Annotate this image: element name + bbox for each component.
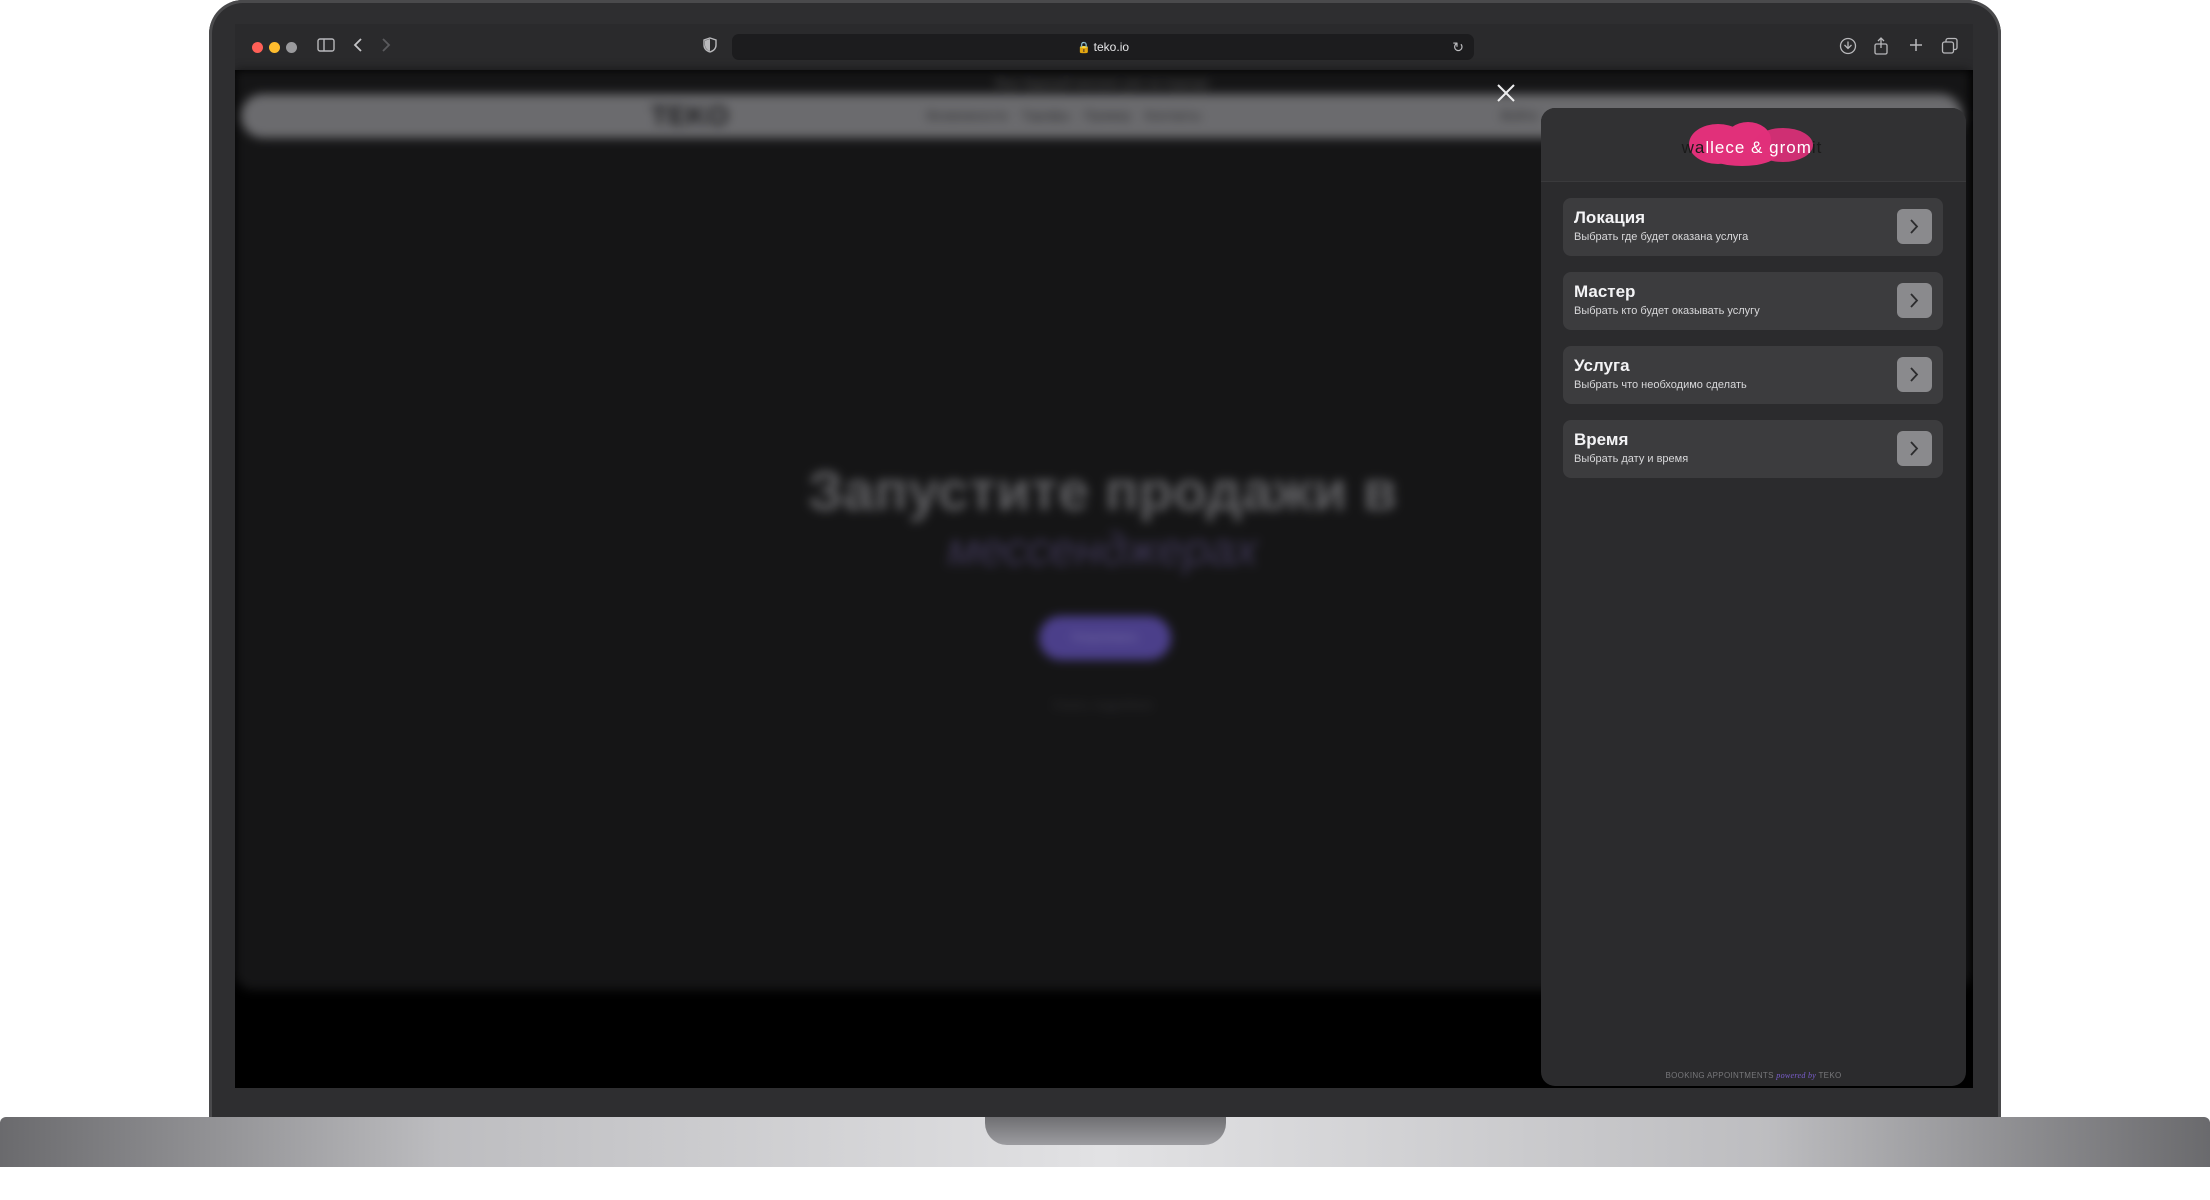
- option-title: Локация: [1574, 208, 1646, 227]
- footer-label: BOOKING APPOINTMENTS: [1665, 1071, 1774, 1080]
- hero-cta-button: Попробовать: [1039, 616, 1171, 660]
- close-icon: [1497, 84, 1515, 102]
- chevron-right-icon[interactable]: [1897, 283, 1932, 318]
- close-widget-button[interactable]: [1492, 80, 1520, 108]
- site-banner: Ваш будущий магазин уже на подходе: [995, 76, 1210, 90]
- logo-text-right: it: [1811, 138, 1823, 157]
- downloads-icon[interactable]: [1839, 37, 1857, 59]
- logo-text-mid: llece & grom: [1705, 138, 1812, 157]
- laptop-screen: 🔒 teko.io ↻ Ваш будущий магазин уже на по…: [235, 24, 1973, 1088]
- privacy-shield-icon[interactable]: [703, 37, 717, 57]
- option-subtitle: Выбрать что необходимо сделать: [1574, 379, 1747, 391]
- browser-toolbar: 🔒 teko.io ↻: [235, 24, 1973, 70]
- booking-option-location[interactable]: Локация Выбрать где будет оказана услуга: [1563, 198, 1943, 256]
- booking-header: wallece & gromit: [1541, 108, 1966, 182]
- booking-footer: BOOKING APPOINTMENTS powered by TEKO: [1541, 1071, 1966, 1080]
- chevron-right-icon[interactable]: [1897, 431, 1932, 466]
- booking-option-service[interactable]: Услуга Выбрать что необходимо сделать: [1563, 346, 1943, 404]
- share-icon[interactable]: [1873, 37, 1889, 59]
- url-text: teko.io: [1093, 40, 1130, 54]
- close-window-dot[interactable]: [252, 42, 263, 53]
- option-subtitle: Выбрать дату и время: [1574, 453, 1689, 465]
- chevron-right-icon[interactable]: [1897, 357, 1932, 392]
- site-nav-links: Возможности Тарифы Пример Контакты: [927, 108, 1201, 123]
- reload-icon[interactable]: ↻: [1452, 34, 1464, 60]
- option-subtitle: Выбрать кто будет оказывать услугу: [1574, 305, 1760, 317]
- back-icon[interactable]: [353, 37, 363, 57]
- footer-powered: powered by: [1776, 1071, 1817, 1080]
- footer-brand: TEKO: [1818, 1071, 1842, 1080]
- tab-overview-icon[interactable]: [1941, 37, 1959, 59]
- address-bar[interactable]: 🔒 teko.io ↻: [732, 34, 1474, 60]
- booking-option-master[interactable]: Мастер Выбрать кто будет оказывать услуг…: [1563, 272, 1943, 330]
- sidebar-toggle-icon[interactable]: [317, 37, 335, 57]
- page-viewport: Ваш будущий магазин уже на подходе TEKO …: [235, 70, 1973, 1088]
- fullscreen-window-dot[interactable]: [286, 42, 297, 53]
- new-tab-icon[interactable]: [1908, 37, 1924, 57]
- forward-icon[interactable]: [381, 37, 391, 57]
- booking-panel: wallece & gromit Локация Выбрать где буд…: [1541, 108, 1966, 1086]
- brand-logo: wallece & gromit: [1657, 122, 1847, 168]
- logo-text-left: wa: [1681, 138, 1706, 157]
- laptop-notch: [985, 1117, 1226, 1145]
- option-subtitle: Выбрать где будет оказана услуга: [1574, 231, 1749, 243]
- option-title: Время: [1574, 430, 1629, 449]
- site-logo: TEKO: [651, 100, 729, 131]
- site-nav-login: Войти: [1501, 108, 1538, 123]
- chevron-right-icon[interactable]: [1897, 209, 1932, 244]
- option-title: Услуга: [1574, 356, 1630, 375]
- booking-option-time[interactable]: Время Выбрать дату и время: [1563, 420, 1943, 478]
- minimize-window-dot[interactable]: [269, 42, 280, 53]
- option-title: Мастер: [1574, 282, 1636, 301]
- lock-icon: 🔒: [1076, 42, 1091, 54]
